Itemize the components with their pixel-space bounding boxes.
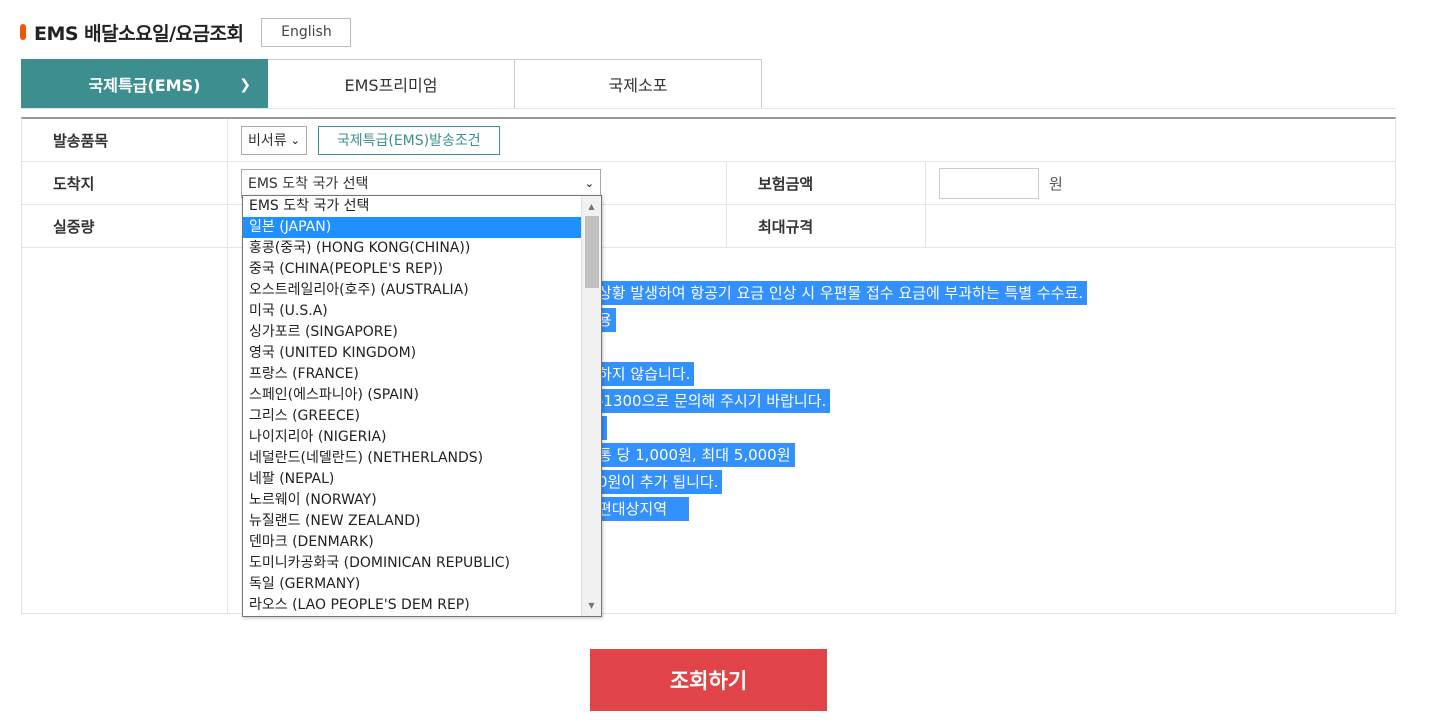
item-select-value: 비서류 <box>248 133 287 149</box>
note-line: 통 당 1,000원, 최대 5,000원 <box>598 443 795 467</box>
dropdown-option[interactable]: 중국 (CHINA(PEOPLE'S REP)) <box>243 259 581 280</box>
dropdown-option[interactable]: 독일 (GERMANY) <box>243 574 581 595</box>
dropdown-option[interactable]: 싱가포르 (SINGAPORE) <box>243 322 581 343</box>
scroll-thumb[interactable] <box>585 216 599 288</box>
insurance-input[interactable] <box>939 167 1039 199</box>
chevron-down-icon: ❯ <box>239 77 251 93</box>
row-item: 발송품목 비서류 ⌄ 국제특급(EMS)발송조건 <box>22 119 1395 162</box>
dropdown-option[interactable]: 네팔 (NEPAL) <box>243 469 581 490</box>
dropdown-option[interactable]: 덴마크 (DENMARK) <box>243 532 581 553</box>
dropdown-option[interactable]: 뉴질랜드 (NEW ZEALAND) <box>243 511 581 532</box>
dropdown-option[interactable]: 홍콩(중국) (HONG KONG(CHINA)) <box>243 238 581 259</box>
page-header: EMS 배달소요일/요금조회 English <box>20 16 352 48</box>
dropdown-option[interactable]: 영국 (UNITED KINGDOM) <box>243 343 581 364</box>
dropdown-option[interactable]: 미국 (U.S.A) <box>243 301 581 322</box>
chevron-down-icon: ⌄ <box>584 176 594 190</box>
english-button[interactable]: English <box>261 17 352 47</box>
insurance-label: 보험금액 <box>726 162 926 204</box>
scroll-down-icon[interactable]: ▼ <box>582 597 601 614</box>
tab-divider <box>21 108 1396 109</box>
destination-dropdown-list[interactable]: EMS 도착 국가 선택 일본 (JAPAN) 홍콩(중국) (HONG KONG(… <box>242 195 602 617</box>
destination-select[interactable]: EMS 도착 국가 선택 ⌄ <box>241 168 601 198</box>
rate-form: 발송품목 비서류 ⌄ 국제특급(EMS)발송조건 도착지 EMS 도착 국가 선… <box>21 117 1396 614</box>
scroll-up-icon[interactable]: ▲ <box>582 198 601 215</box>
destination-select-value: EMS 도착 국가 선택 <box>248 176 369 192</box>
note-line: -1300으로 문의해 주시기 바랍니다. <box>598 389 831 413</box>
tab-ems[interactable]: 국제특급(EMS) ❯ <box>21 59 268 109</box>
note-line: 0원이 추가 됩니다. <box>598 470 723 494</box>
dropdown-option[interactable]: 나이지리아 (NIGERIA) <box>243 427 581 448</box>
dropdown-option[interactable]: 네덜란드(네델란드) (NETHERLANDS) <box>243 448 581 469</box>
max-size-label: 최대규격 <box>726 205 926 247</box>
dropdown-option[interactable]: 스페인(에스파니아) (SPAIN) <box>243 385 581 406</box>
info-area: 상황 발생하여 항공기 요금 인상 시 우편물 접수 요금에 부과하는 특별 수… <box>22 248 1395 613</box>
dropdown-option[interactable]: 오스트레일리아(호주) (AUSTRALIA) <box>243 280 581 301</box>
service-tabs: 국제특급(EMS) ❯ EMS프리미엄 국제소포 <box>21 59 762 109</box>
dropdown-option[interactable]: 프랑스 (FRANCE) <box>243 364 581 385</box>
dropdown-option[interactable]: 노르웨이 (NORWAY) <box>243 490 581 511</box>
dropdown-scrollbar[interactable]: ▲ ▼ <box>581 196 601 616</box>
tab-ems-premium[interactable]: EMS프리미엄 <box>268 59 515 109</box>
ems-conditions-button[interactable]: 국제특급(EMS)발송조건 <box>317 125 500 155</box>
row-weight: 실중량 최대규격 <box>22 205 1395 248</box>
dropdown-option[interactable]: 그리스 (GREECE) <box>243 406 581 427</box>
item-label: 발송품목 <box>22 119 228 161</box>
note-line: 상황 발생하여 항공기 요금 인상 시 우편물 접수 요금에 부과하는 특별 수… <box>598 281 1088 305</box>
tab-parcel[interactable]: 국제소포 <box>515 59 762 109</box>
dropdown-option[interactable]: 라오스 (LAO PEOPLE'S DEM REP) <box>243 595 581 616</box>
dropdown-option[interactable]: 도미니카공화국 (DOMINICAN REPUBLIC) <box>243 553 581 574</box>
dropdown-option[interactable]: EMS 도착 국가 선택 <box>243 196 581 217</box>
dropdown-option[interactable]: 일본 (JAPAN) <box>243 217 581 238</box>
note-line: 편대상지역 <box>598 497 690 521</box>
page-title: EMS 배달소요일/요금조회 <box>34 22 244 45</box>
search-button[interactable]: 조회하기 <box>590 649 827 711</box>
won-unit: 원 <box>1049 174 1063 193</box>
weight-label: 실중량 <box>22 205 228 247</box>
tab-ems-label: 국제특급(EMS) <box>88 76 201 95</box>
row-destination: 도착지 EMS 도착 국가 선택 ⌄ 보험금액 원 <box>22 162 1395 205</box>
chevron-down-icon: ⌄ <box>290 133 300 147</box>
title-bullet-icon <box>20 24 26 40</box>
destination-label: 도착지 <box>22 162 228 204</box>
item-select[interactable]: 비서류 ⌄ <box>241 125 307 155</box>
note-line: 하지 않습니다. <box>598 362 695 386</box>
